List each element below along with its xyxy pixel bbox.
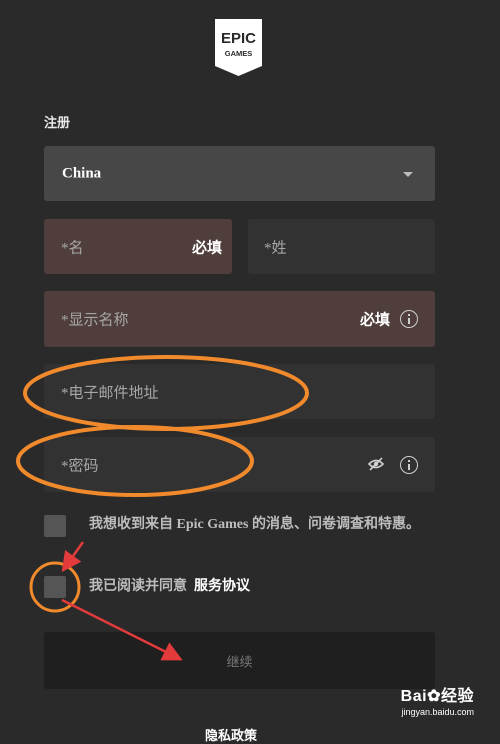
country-value: China bbox=[62, 165, 102, 181]
first-name-required: 必填 bbox=[191, 240, 222, 256]
baidu-url: jingyan.baidu.com bbox=[401, 707, 474, 717]
epic-games-logo[interactable]: EPIC GAMES bbox=[215, 19, 262, 76]
first-name-placeholder: *名 bbox=[61, 240, 84, 256]
terms-checkbox[interactable] bbox=[44, 576, 66, 598]
continue-label: 继续 bbox=[226, 654, 253, 669]
last-name-placeholder: *姓 bbox=[264, 240, 287, 256]
terms-label-row: 我已阅读并同意 服务协议 bbox=[89, 576, 250, 597]
password-placeholder: *密码 bbox=[61, 458, 99, 474]
paw-icon: ✿ bbox=[427, 688, 441, 705]
country-select[interactable]: China bbox=[44, 146, 435, 201]
terms-of-service-link[interactable]: 服务协议 bbox=[194, 579, 250, 594]
first-name-field[interactable]: *名 必填 bbox=[44, 219, 232, 274]
terms-label: 我已阅读并同意 bbox=[89, 579, 187, 594]
display-name-field[interactable]: *显示名称 必填 bbox=[44, 291, 435, 347]
privacy-policy-link[interactable]: 隐私政策 bbox=[205, 725, 257, 744]
baidu-brand-text-2: 经验 bbox=[440, 688, 474, 705]
baidu-brand-text: Bai bbox=[400, 688, 428, 705]
info-icon[interactable] bbox=[400, 310, 418, 328]
display-name-required: 必填 bbox=[359, 312, 390, 329]
logo-text-epic: EPIC bbox=[221, 30, 256, 47]
email-placeholder: *电子邮件地址 bbox=[61, 385, 159, 401]
baidu-brand: Bai✿经验 bbox=[401, 682, 474, 706]
baidu-watermark: Bai✿经验 jingyan.baidu.com bbox=[401, 682, 474, 717]
logo-text-games: GAMES bbox=[225, 49, 253, 58]
display-name-placeholder: *显示名称 bbox=[61, 312, 129, 329]
password-field[interactable]: *密码 bbox=[44, 437, 435, 492]
newsletter-checkbox[interactable] bbox=[44, 515, 66, 537]
email-field[interactable]: *电子邮件地址 bbox=[44, 364, 435, 419]
info-icon[interactable] bbox=[400, 456, 418, 474]
arrow-to-terms-checkbox bbox=[61, 541, 85, 573]
last-name-field[interactable]: *姓 bbox=[248, 219, 435, 274]
chevron-down-icon bbox=[403, 172, 413, 177]
newsletter-label: 我想收到来自 Epic Games 的消息、问卷调查和特惠。 bbox=[89, 517, 420, 532]
continue-button[interactable]: 继续 bbox=[44, 632, 435, 689]
eye-slash-icon[interactable] bbox=[367, 457, 385, 476]
signup-title: 注册 bbox=[44, 115, 71, 130]
